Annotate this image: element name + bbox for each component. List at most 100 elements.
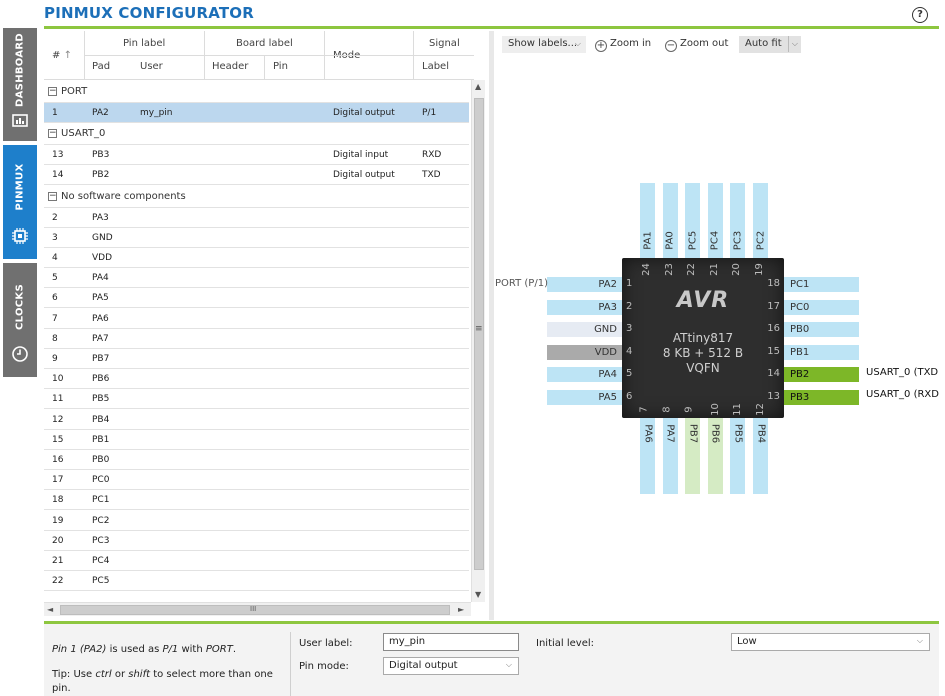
pin-number: 8 <box>661 406 673 413</box>
table-row[interactable]: 21 PC4 <box>44 551 469 571</box>
cell-user: my_pin <box>140 108 173 118</box>
scroll-right-icon[interactable]: ► <box>458 605 464 614</box>
pin-table: # ↑ Pin label Pad User Board label Heade… <box>44 31 488 620</box>
zoom-in-icon: + <box>595 40 607 52</box>
table-row[interactable]: 8 PA7 <box>44 329 469 349</box>
table-row[interactable]: 5 PA4 <box>44 268 469 289</box>
chip-name: ATtiny817 <box>672 331 734 345</box>
table-row[interactable]: 13 PB3 Digital input RXD <box>44 145 469 166</box>
collapse-icon[interactable]: − <box>48 191 57 201</box>
tab-pinmux[interactable]: PINMUX <box>3 145 37 259</box>
pin-left[interactable]: GND <box>547 322 622 337</box>
tab-dashboard[interactable]: DASHBOARD <box>3 28 37 141</box>
zoom-out-label: Zoom out <box>680 38 729 49</box>
col-pin-label-header: Pin label <box>123 38 166 49</box>
pin-top[interactable]: PC4 <box>707 183 723 258</box>
dashboard-icon <box>12 114 28 127</box>
show-labels-dropdown[interactable]: Show labels... ⌵ <box>502 36 586 53</box>
col-num-header[interactable]: # ↑ <box>52 50 72 61</box>
col-pin-header[interactable]: Pin <box>273 61 288 72</box>
col-user-header[interactable]: User <box>140 61 163 72</box>
pin-right[interactable]: PB3 <box>784 389 859 405</box>
tab-clocks[interactable]: CLOCKS <box>3 263 37 377</box>
group-row[interactable]: − PORT <box>44 81 469 103</box>
pin-right[interactable]: PB2 <box>784 367 859 382</box>
group-row[interactable]: − USART_0 <box>44 123 469 146</box>
pin-top[interactable]: PA0 <box>662 183 678 258</box>
pin-number: 18 <box>767 278 780 289</box>
chip-package: VQFN <box>686 361 720 375</box>
table-row[interactable]: 17 PC0 <box>44 470 469 491</box>
zoom-out-button[interactable]: − Zoom out <box>665 36 728 53</box>
table-vertical-scrollbar[interactable]: ▲ ≡ ▼ <box>471 80 485 602</box>
cell-num: 8 <box>52 333 58 344</box>
chip-body: AVR ATtiny817 8 KB + 512 B VQFN 1 2 3 4 5 6 18… <box>622 258 784 418</box>
table-row[interactable]: 1 PA2 my_pin Digital output P/1 <box>44 103 469 123</box>
pin-right[interactable]: PC0 <box>784 299 859 315</box>
table-horizontal-scrollbar[interactable]: ◄ III ► <box>44 602 471 616</box>
pin-bottom[interactable]: PB7 <box>685 418 701 494</box>
pin-left[interactable]: PA2 <box>547 277 622 292</box>
pin-top[interactable]: PC3 <box>730 183 746 258</box>
table-row[interactable]: 20 PC3 <box>44 531 469 551</box>
group-row[interactable]: − No software components <box>44 186 469 208</box>
help-icon[interactable]: ? <box>912 7 928 23</box>
pin-top[interactable]: PA1 <box>640 183 655 258</box>
pin-number: 17 <box>767 300 780 312</box>
pin-left[interactable]: VDD <box>547 344 622 360</box>
col-header-header[interactable]: Header <box>212 61 248 72</box>
collapse-icon[interactable]: − <box>48 129 57 139</box>
initial-level-select[interactable]: Low ⌵ <box>731 633 930 651</box>
panel-splitter[interactable] <box>489 31 494 620</box>
col-label-header[interactable]: Label <box>422 61 449 72</box>
table-row[interactable]: 2 PA3 <box>44 208 469 228</box>
table-row[interactable]: 4 VDD <box>44 248 469 268</box>
col-board-label-header: Board label <box>236 38 293 49</box>
table-row[interactable]: 16 PB0 <box>44 450 469 470</box>
pin-bottom[interactable]: PB4 <box>753 418 768 494</box>
zoom-in-button[interactable]: + Zoom in <box>595 36 651 53</box>
user-label-input[interactable]: my_pin <box>383 633 519 651</box>
table-row[interactable]: 15 PB1 <box>44 430 469 450</box>
table-row[interactable]: 19 PC2 <box>44 511 469 531</box>
auto-fit-chevron-icon[interactable]: ⌵ <box>787 36 798 52</box>
pin-right[interactable]: PB1 <box>784 344 859 360</box>
collapse-icon[interactable]: − <box>48 87 57 96</box>
pin-bottom[interactable]: PA7 <box>662 418 678 494</box>
pin-name: PC2 <box>755 230 766 251</box>
pin-bottom[interactable]: PB6 <box>707 418 723 494</box>
pin-right[interactable]: PC1 <box>784 277 859 292</box>
cell-pad: PA7 <box>92 333 109 344</box>
cell-num: 2 <box>52 212 58 223</box>
table-row[interactable]: 11 PB5 <box>44 389 469 410</box>
table-row[interactable]: 3 GND <box>44 228 469 248</box>
table-row[interactable]: 10 PB6 <box>44 369 469 390</box>
col-pad-header[interactable]: Pad <box>92 61 110 72</box>
pin-left[interactable]: PA3 <box>547 299 622 315</box>
table-row[interactable]: 22 PC5 <box>44 571 469 592</box>
cell-label: P/1 <box>422 108 437 118</box>
pin-left[interactable]: PA4 <box>547 367 622 382</box>
pin-right[interactable]: PB0 <box>784 322 859 337</box>
vertical-scroll-thumb[interactable] <box>474 98 484 570</box>
pin-number: 6 <box>626 390 633 402</box>
scroll-left-icon[interactable]: ◄ <box>47 605 53 614</box>
scroll-down-icon[interactable]: ▼ <box>475 590 481 599</box>
table-row[interactable]: 14 PB2 Digital output TXD <box>44 165 469 186</box>
pin-top[interactable]: PC5 <box>685 183 701 258</box>
table-row[interactable]: 18 PC1 <box>44 490 469 511</box>
table-row[interactable]: 12 PB4 <box>44 410 469 430</box>
pin-left[interactable]: PA5 <box>547 389 622 405</box>
sort-arrow-icon: ↑ <box>63 50 72 61</box>
pin-bottom[interactable]: PA6 <box>640 418 655 494</box>
auto-fit-button[interactable]: Auto fit ⌵ <box>739 36 801 53</box>
pin-mode-select[interactable]: Digital output ⌵ <box>383 657 519 675</box>
table-row[interactable]: 7 PA6 <box>44 309 469 329</box>
pin-name: PB7 <box>687 423 699 444</box>
table-row[interactable]: 6 PA5 <box>44 288 469 309</box>
pin-top[interactable]: PC2 <box>753 183 768 258</box>
pin-bottom[interactable]: PB5 <box>730 418 746 494</box>
side-tabs: DASHBOARD PINMUX CLOCKS <box>0 28 38 380</box>
table-row[interactable]: 9 PB7 <box>44 349 469 369</box>
scroll-up-icon[interactable]: ▲ <box>475 82 481 91</box>
